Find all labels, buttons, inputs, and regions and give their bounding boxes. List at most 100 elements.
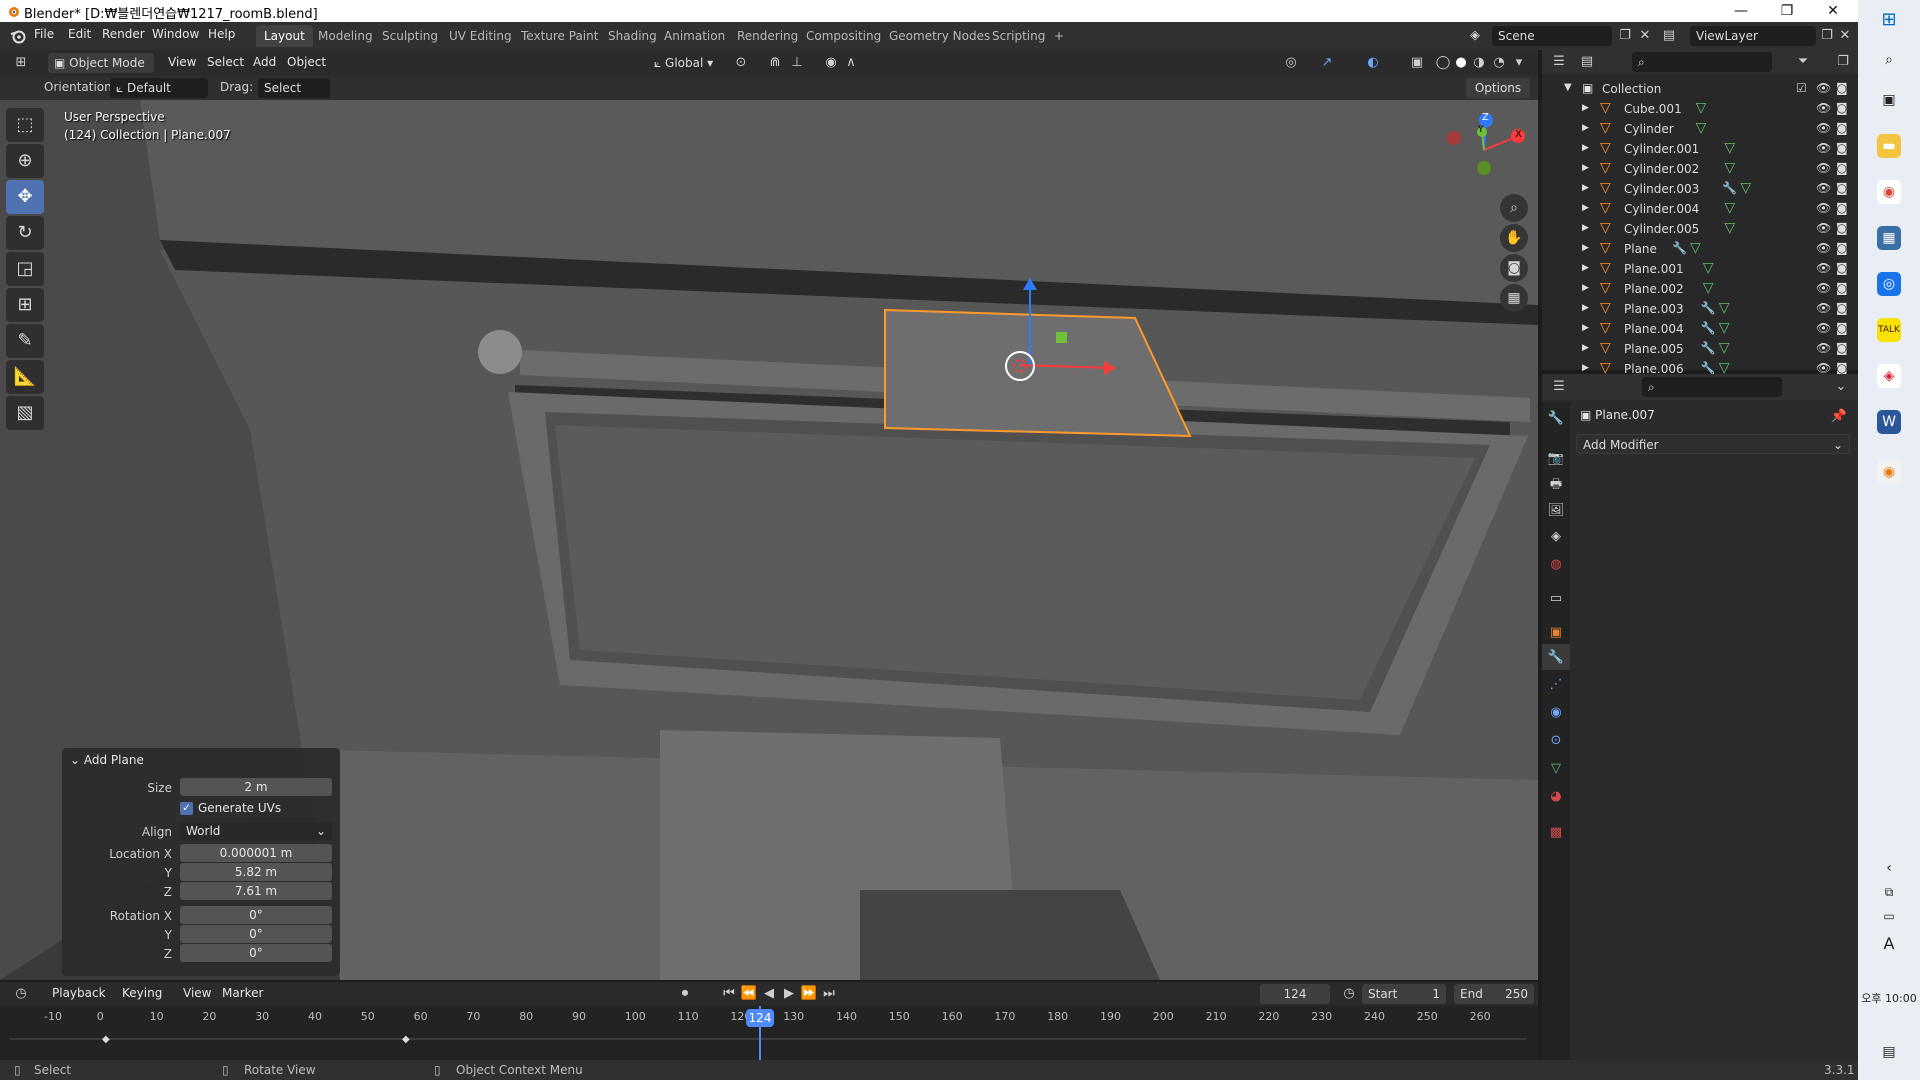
current-frame-field[interactable]: 124 <box>1260 984 1330 1004</box>
tab-rendering[interactable]: Rendering <box>729 25 806 47</box>
eye-icon[interactable]: 👁 <box>1816 141 1831 155</box>
view-layer-tab-icon[interactable]: 🖼 <box>1547 502 1565 520</box>
expand-arrow-icon[interactable]: ▶ <box>1582 143 1589 153</box>
camera-icon[interactable]: ◙ <box>1836 81 1848 95</box>
outliner-item[interactable]: ▶ ▽ Plane.003 🔧 ▽ 👁 ◙ <box>1542 300 1858 320</box>
properties-search-input[interactable]: ⌕ <box>1642 377 1782 397</box>
new-collection-icon[interactable]: ❐ <box>1834 53 1852 71</box>
output-tab-icon[interactable]: 🖶 <box>1547 476 1565 494</box>
constraints-tab-icon[interactable]: ⊙ <box>1547 732 1565 750</box>
tool-tab-icon[interactable]: 🔧 <box>1547 410 1565 428</box>
eye-icon[interactable]: 👁 <box>1816 301 1831 315</box>
expand-arrow-icon[interactable]: ▶ <box>1582 343 1589 353</box>
outliner-item[interactable]: ▶ ▽ Plane 🔧 ▽ 👁 ◙ <box>1542 240 1858 260</box>
shading-options-icon[interactable]: ▾ <box>1510 54 1528 72</box>
physics-tab-icon[interactable]: ◉ <box>1547 704 1565 722</box>
new-view-layer-icon[interactable]: ❐ <box>1818 27 1836 45</box>
task-view-icon[interactable]: ▣ <box>1877 88 1901 112</box>
modifier-wrench-icon[interactable]: 🔧 <box>1672 241 1687 255</box>
object-tab-icon[interactable]: ▣ <box>1547 624 1565 642</box>
record-icon[interactable]: ⏺ <box>676 985 694 1003</box>
falloff-icon[interactable]: ∧ <box>842 54 860 72</box>
eye-icon[interactable]: 👁 <box>1816 341 1831 355</box>
location-z-field[interactable]: 7.61 m <box>180 882 332 900</box>
tab-compositing[interactable]: Compositing <box>798 25 889 47</box>
file-explorer-icon[interactable]: ▬ <box>1877 134 1901 158</box>
transform-orientation-dropdown[interactable]: ⟀ Global ▾ <box>648 53 724 73</box>
material-shading-icon[interactable]: ◑ <box>1470 54 1488 72</box>
camera-icon[interactable]: ◙ <box>1836 141 1848 155</box>
mesh-data-icon[interactable]: ▽ <box>1719 340 1730 356</box>
eye-icon[interactable]: 👁 <box>1816 321 1831 335</box>
kakaotalk-icon[interactable]: TALK <box>1877 318 1901 342</box>
expand-arrow-icon[interactable]: ▶ <box>1582 283 1589 293</box>
blender-taskbar-icon[interactable]: ◉ <box>1877 460 1901 484</box>
view-layer-icon[interactable]: ▤ <box>1660 27 1678 45</box>
camera-icon[interactable]: ◙ <box>1836 241 1848 255</box>
timeline-menu-marker[interactable]: Marker <box>222 986 263 1000</box>
camera-icon[interactable]: ◙ <box>1836 121 1848 135</box>
measure-tool-icon[interactable]: 📐 <box>6 360 44 394</box>
modifier-wrench-icon[interactable]: 🔧 <box>1722 181 1737 195</box>
editor-type-icon[interactable]: ⊞ <box>12 54 30 72</box>
camera-icon[interactable]: ◙ <box>1836 361 1848 375</box>
menu-window[interactable]: Window <box>152 27 199 41</box>
timeline-menu-view[interactable]: View <box>183 986 211 1000</box>
expand-arrow-icon[interactable]: ▶ <box>1582 363 1589 373</box>
outliner-editor-type-icon[interactable]: ☰ <box>1550 53 1568 71</box>
mesh-data-icon[interactable]: ▽ <box>1703 280 1714 296</box>
eye-icon[interactable]: 👁 <box>1816 81 1831 95</box>
camera-icon[interactable]: ◙ <box>1836 341 1848 355</box>
eye-icon[interactable]: 👁 <box>1816 281 1831 295</box>
view-layer-field[interactable]: ViewLayer <box>1690 26 1816 46</box>
timeline-menu-keying[interactable]: Keying <box>122 986 162 1000</box>
tray-network-icon[interactable]: ⧉ <box>1877 880 1901 904</box>
mesh-data-icon[interactable]: ▽ <box>1719 320 1730 336</box>
delete-view-layer-icon[interactable]: ✕ <box>1836 27 1854 45</box>
timeline-menu-playback[interactable]: Playback <box>52 986 106 1000</box>
search-icon[interactable]: ⌕ <box>1877 48 1901 72</box>
add-plane-header[interactable]: ⌄ Add Plane <box>70 753 144 767</box>
location-x-field[interactable]: 0.000001 m <box>180 844 332 862</box>
render-tab-icon[interactable]: 📷 <box>1547 450 1565 468</box>
outliner-item[interactable]: ▶ ▽ Plane.005 🔧 ▽ 👁 ◙ <box>1542 340 1858 360</box>
solid-shading-icon[interactable]: ● <box>1452 54 1470 72</box>
outliner-item[interactable]: ▶ ▽ Cylinder.002 ▽ 👁 ◙ <box>1542 160 1858 180</box>
proportional-editing-icon[interactable]: ◉ <box>822 54 840 72</box>
blender-menu-icon[interactable] <box>10 28 26 44</box>
xray-toggle-icon[interactable]: ▣ <box>1408 54 1426 72</box>
mesh-data-icon[interactable]: ▽ <box>1696 100 1707 116</box>
eye-icon[interactable]: 👁 <box>1816 201 1831 215</box>
start-frame-field[interactable]: Start 1 <box>1362 984 1446 1004</box>
collection-row[interactable]: ▼ ▣ Collection ☑ 👁 ◙ <box>1542 80 1858 100</box>
outliner-item[interactable]: ▶ ▽ Cylinder.004 ▽ 👁 ◙ <box>1542 200 1858 220</box>
viewport-menu-add[interactable]: Add <box>253 55 276 69</box>
add-modifier-dropdown[interactable]: Add Modifier ⌄ <box>1576 434 1850 454</box>
tab-animation[interactable]: Animation <box>656 25 733 47</box>
expand-arrow-icon[interactable]: ▶ <box>1582 223 1589 233</box>
prev-keyframe-icon[interactable]: ⏪ <box>740 985 758 1003</box>
rotation-y-field[interactable]: 0° <box>180 925 332 943</box>
transform-tool-icon[interactable]: ⊞ <box>6 288 44 322</box>
keyframe-diamond-icon[interactable]: ◆ <box>102 1034 110 1045</box>
minimize-button[interactable]: — <box>1718 0 1764 22</box>
tab-scripting[interactable]: Scripting <box>984 25 1053 47</box>
menu-file[interactable]: File <box>34 27 54 41</box>
windows-start-icon[interactable]: ⊞ <box>1877 8 1901 32</box>
particles-tab-icon[interactable]: ⋰ <box>1547 676 1565 694</box>
expand-arrow-icon[interactable]: ▶ <box>1582 203 1589 213</box>
modifier-wrench-icon[interactable]: 🔧 <box>1701 341 1716 355</box>
modifier-wrench-icon[interactable]: 🔧 <box>1701 321 1716 335</box>
tab-uv-editing[interactable]: UV Editing <box>441 25 520 47</box>
eye-icon[interactable]: 👁 <box>1816 361 1831 375</box>
camera-icon[interactable]: ◙ <box>1836 321 1848 335</box>
pivot-point-icon[interactable]: ⊙ <box>732 54 750 72</box>
viewport-menu-object[interactable]: Object <box>287 55 326 69</box>
camera-view-icon[interactable]: ◙ <box>1500 254 1528 282</box>
notification-icon[interactable]: ▤ <box>1877 1040 1901 1064</box>
eye-icon[interactable]: 👁 <box>1816 261 1831 275</box>
modifier-tab-icon[interactable]: 🔧 <box>1547 649 1565 667</box>
camera-icon[interactable]: ◙ <box>1836 301 1848 315</box>
mesh-data-icon[interactable]: ▽ <box>1696 120 1707 136</box>
viewport-menu-view[interactable]: View <box>168 55 196 69</box>
